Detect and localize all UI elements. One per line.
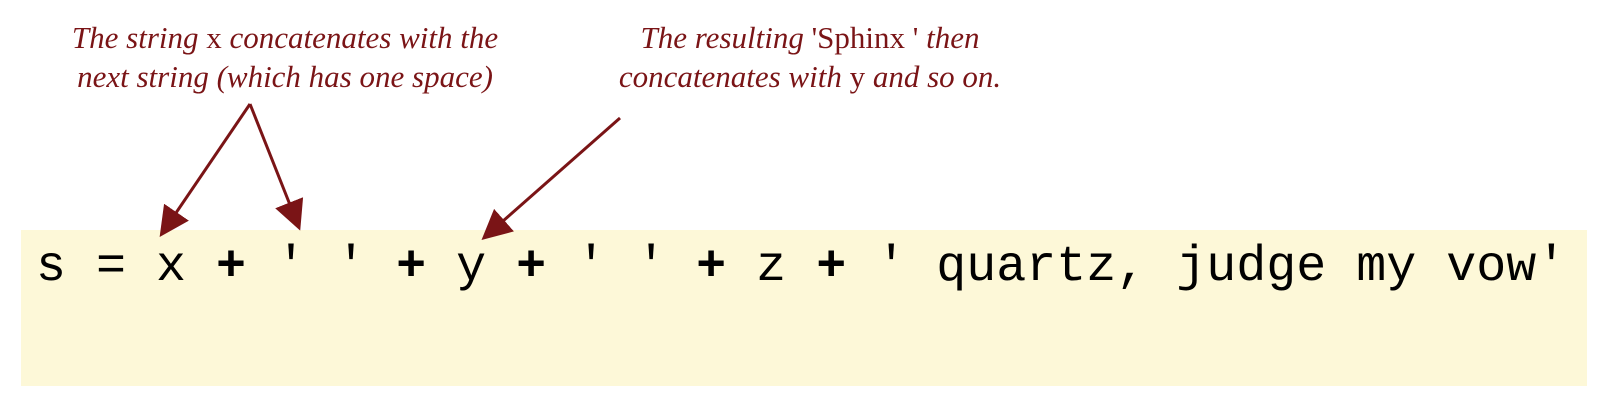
- annotation-right-text-1b: then: [918, 20, 980, 55]
- code-token-space-string-2: ' ': [546, 239, 697, 296]
- arrow-to-y: [481, 116, 621, 240]
- annotation-right-line-1: The resulting 'Sphinx ' then: [575, 18, 1045, 57]
- annotation-left: The string x concatenates with the next …: [20, 18, 550, 96]
- annotation-left-line-1: The string x concatenates with the: [20, 18, 550, 57]
- annotation-right-line-2: concatenates with y and so on.: [575, 57, 1045, 96]
- code-token-plus-2: +: [396, 239, 427, 296]
- code-token-space-string-1: ' ': [246, 239, 397, 296]
- code-line: s = x + ' ' + y + ' ' + z + ' quartz, ju…: [36, 240, 1566, 296]
- annotation-right-code-y: y: [849, 59, 866, 94]
- code-token-quartz-string: ' quartz, judge my vow': [846, 239, 1567, 296]
- annotation-left-line-2: next string (which has one space): [20, 57, 550, 96]
- annotation-left-text-2: next string (which has one space): [77, 59, 493, 94]
- annotation-right: The resulting 'Sphinx ' then concatenate…: [575, 18, 1045, 96]
- code-token-y: y: [426, 239, 517, 296]
- arrow-to-space-string: [248, 103, 304, 231]
- code-token-s-eq-x: s = x: [36, 239, 217, 296]
- annotation-right-text-1a: The resulting: [640, 20, 812, 55]
- annotation-right-text-2a: concatenates with: [618, 59, 850, 94]
- annotation-left-text-1b: concatenates with the: [221, 20, 499, 55]
- code-token-z: z: [726, 239, 817, 296]
- annotation-left-code-x: x: [206, 20, 222, 55]
- code-token-plus-4: +: [696, 239, 727, 296]
- annotation-right-code-sphinx: 'Sphinx ': [811, 20, 919, 55]
- annotation-right-text-2b: and so on.: [865, 59, 1002, 94]
- code-token-plus-5: +: [816, 239, 847, 296]
- code-token-plus-3: +: [516, 239, 547, 296]
- code-token-plus-1: +: [216, 239, 247, 296]
- arrow-to-x: [159, 103, 252, 237]
- annotation-left-text-1a: The string: [71, 20, 207, 55]
